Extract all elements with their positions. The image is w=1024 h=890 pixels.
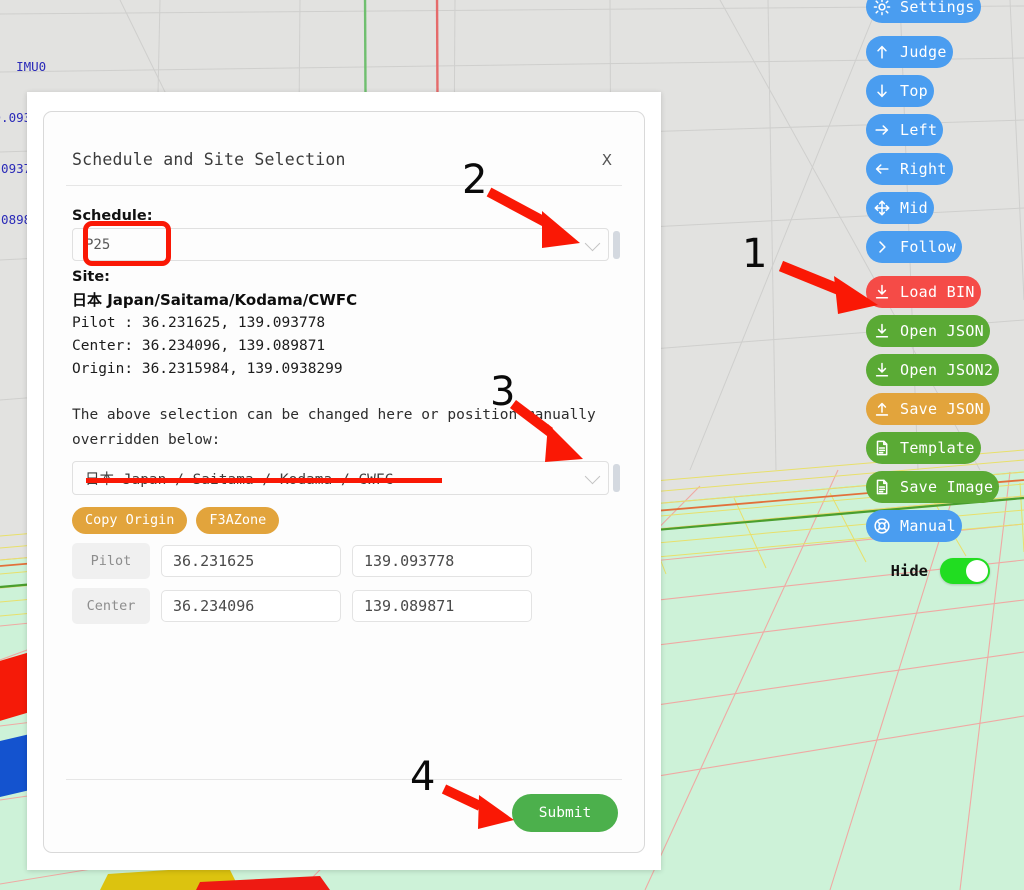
schedule-select-wrap: P25 bbox=[72, 228, 620, 261]
toolbar-button-settings[interactable]: Settings bbox=[866, 0, 981, 23]
toolbar-button-label: Right bbox=[900, 160, 947, 178]
hide-label: Hide bbox=[890, 562, 928, 580]
pilot-tag-button[interactable]: Pilot bbox=[72, 543, 150, 579]
footer-divider bbox=[66, 779, 622, 780]
toolbar-button-list: Settings Judge Top Left Right Mid Follow Load B… bbox=[866, 0, 1024, 549]
toolbar-button-open-json2[interactable]: Open JSON2 bbox=[866, 354, 1000, 386]
site-pilot-line: Pilot : 36.231625, 139.093778 bbox=[72, 315, 326, 331]
chevron-right-icon bbox=[872, 238, 891, 257]
f3azone-button[interactable]: F3AZone bbox=[196, 507, 280, 534]
coord-row-center: Center bbox=[72, 588, 616, 624]
download-icon bbox=[872, 361, 891, 380]
imu-line-0: IMU0 bbox=[16, 59, 47, 74]
center-tag-button[interactable]: Center bbox=[72, 588, 150, 624]
toolbar-button-label: Judge bbox=[900, 43, 947, 61]
toolbar-button-mid[interactable]: Mid bbox=[866, 192, 934, 224]
toolbar-button-load-bin[interactable]: Load BIN bbox=[866, 276, 981, 308]
toolbar-button-manual[interactable]: Manual bbox=[866, 510, 962, 542]
coord-row-pilot: Pilot bbox=[72, 543, 616, 579]
center-longitude-input[interactable] bbox=[352, 590, 532, 622]
toolbar-button-save-image[interactable]: Save Image bbox=[866, 471, 1000, 503]
toolbar-button-top[interactable]: Top bbox=[866, 75, 934, 107]
site-info-block: 日本 Japan/Saitama/Kodama/CWFC Pilot : 36.… bbox=[72, 289, 616, 381]
site-select[interactable]: 日本 Japan / Saitama / Kodama / CWFC bbox=[72, 461, 609, 495]
toolbar-button-label: Follow bbox=[900, 238, 956, 256]
close-icon[interactable]: X bbox=[598, 151, 616, 169]
document-icon bbox=[872, 439, 891, 458]
toolbar-button-label: Left bbox=[900, 121, 938, 139]
toolbar-button-right[interactable]: Right bbox=[866, 153, 953, 185]
toolbar-button-template[interactable]: Template bbox=[866, 432, 981, 464]
toggle-knob bbox=[966, 560, 988, 582]
site-name: 日本 Japan/Saitama/Kodama/CWFC bbox=[72, 291, 358, 309]
gear-icon bbox=[872, 0, 891, 17]
toolbar-button-label: Load BIN bbox=[900, 283, 975, 301]
toolbar-button-left[interactable]: Left bbox=[866, 114, 944, 146]
chevron-down-icon bbox=[584, 235, 601, 251]
chevron-down-icon bbox=[584, 468, 601, 485]
toolbar-button-label: Save Image bbox=[900, 478, 994, 496]
schedule-select-scrollbar[interactable] bbox=[613, 230, 620, 259]
dialog-panel: Schedule and Site Selection X Schedule: … bbox=[43, 111, 645, 853]
document-icon bbox=[872, 478, 891, 497]
toolbar-button-label: Mid bbox=[900, 199, 928, 217]
site-select-value: 日本 Japan / Saitama / Kodama / CWFC bbox=[85, 471, 394, 488]
schedule-site-dialog: Schedule and Site Selection X Schedule: … bbox=[27, 92, 661, 870]
download-icon bbox=[872, 283, 891, 302]
schedule-select-value: P25 bbox=[85, 236, 111, 253]
dialog-body: Schedule: P25 Site: 日本 Japan/Saitama/Kod… bbox=[44, 186, 644, 624]
arrow-up-icon bbox=[872, 43, 891, 62]
marker-blue bbox=[0, 734, 30, 798]
toolbar-button-label: Open JSON bbox=[900, 322, 984, 340]
arrow-down-icon bbox=[872, 82, 891, 101]
download-icon bbox=[872, 322, 891, 341]
toolbar-button-label: Top bbox=[900, 82, 928, 100]
arrow-left-icon bbox=[872, 160, 891, 179]
site-select-wrap: 日本 Japan / Saitama / Kodama / CWFC bbox=[72, 461, 620, 495]
marker-red bbox=[0, 652, 30, 721]
site-center-line: Center: 36.234096, 139.089871 bbox=[72, 338, 326, 354]
submit-button[interactable]: Submit bbox=[512, 794, 618, 832]
hide-toggle[interactable] bbox=[940, 558, 990, 584]
toolbar-button-save-json[interactable]: Save JSON bbox=[866, 393, 990, 425]
pilot-latitude-input[interactable] bbox=[161, 545, 341, 577]
lifebuoy-icon bbox=[872, 517, 891, 536]
action-pill-row: Copy Origin F3AZone bbox=[72, 507, 616, 534]
toolbar-button-follow[interactable]: Follow bbox=[866, 231, 962, 263]
site-select-scrollbar[interactable] bbox=[613, 464, 620, 492]
schedule-select[interactable]: P25 bbox=[72, 228, 609, 261]
toolbar-button-label: Open JSON2 bbox=[900, 361, 994, 379]
toolbar-button-label: Manual bbox=[900, 517, 956, 535]
copy-origin-button[interactable]: Copy Origin bbox=[72, 507, 188, 534]
pilot-longitude-input[interactable] bbox=[352, 545, 532, 577]
toolbar-button-label: Template bbox=[900, 439, 975, 457]
site-origin-line: Origin: 36.2315984, 139.0938299 bbox=[72, 361, 343, 377]
site-label: Site: bbox=[72, 269, 110, 285]
dialog-title: Schedule and Site Selection bbox=[72, 150, 346, 169]
center-latitude-input[interactable] bbox=[161, 590, 341, 622]
move-icon bbox=[872, 199, 891, 218]
override-hint: The above selection can be changed here … bbox=[72, 407, 596, 448]
hide-toggle-row: Hide bbox=[866, 558, 1024, 584]
arrow-right-icon bbox=[872, 121, 891, 140]
schedule-label: Schedule: bbox=[72, 208, 153, 224]
toolbar-button-label: Settings bbox=[900, 0, 975, 16]
right-toolbar: Settings Judge Top Left Right Mid Follow Load B… bbox=[866, 0, 1024, 584]
toolbar-button-label: Save JSON bbox=[900, 400, 984, 418]
toolbar-button-judge[interactable]: Judge bbox=[866, 36, 953, 68]
dialog-header: Schedule and Site Selection X bbox=[44, 112, 644, 169]
toolbar-button-open-json[interactable]: Open JSON bbox=[866, 315, 990, 347]
upload-icon bbox=[872, 400, 891, 419]
